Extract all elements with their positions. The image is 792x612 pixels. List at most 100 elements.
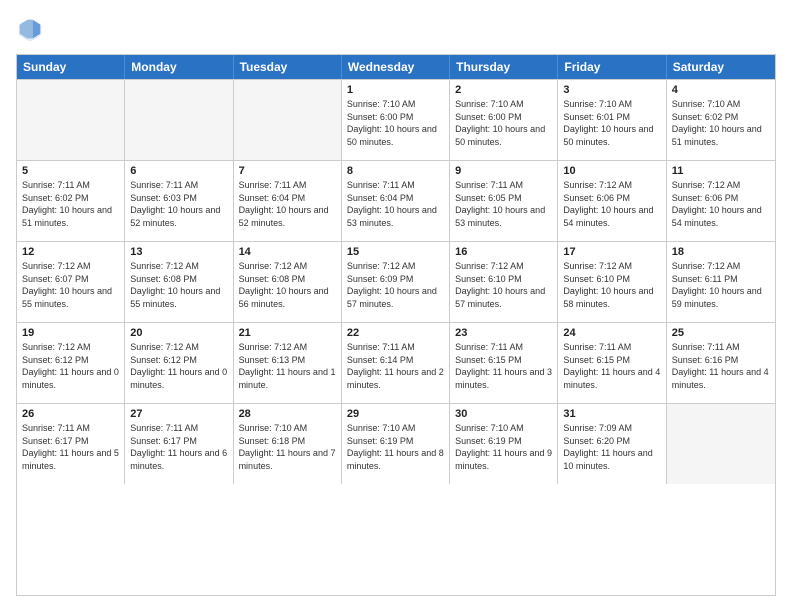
day-number: 3	[563, 84, 660, 96]
cell-info: Sunrise: 7:11 AMSunset: 6:15 PMDaylight:…	[455, 341, 552, 391]
calendar-cell: 2 Sunrise: 7:10 AMSunset: 6:00 PMDaylight…	[450, 80, 558, 160]
calendar-cell: 21 Sunrise: 7:12 AMSunset: 6:13 PMDayligh…	[234, 323, 342, 403]
cell-info: Sunrise: 7:09 AMSunset: 6:20 PMDaylight:…	[563, 422, 660, 472]
cell-info: Sunrise: 7:10 AMSunset: 6:19 PMDaylight:…	[347, 422, 444, 472]
cell-info: Sunrise: 7:12 AMSunset: 6:09 PMDaylight:…	[347, 260, 444, 310]
weekday-header: Tuesday	[234, 55, 342, 79]
calendar-cell: 12 Sunrise: 7:12 AMSunset: 6:07 PMDayligh…	[17, 242, 125, 322]
day-number: 24	[563, 327, 660, 339]
day-number: 9	[455, 165, 552, 177]
weekday-header: Wednesday	[342, 55, 450, 79]
calendar: SundayMondayTuesdayWednesdayThursdayFrid…	[16, 54, 776, 596]
calendar-row: 12 Sunrise: 7:12 AMSunset: 6:07 PMDayligh…	[17, 241, 775, 322]
cell-info: Sunrise: 7:12 AMSunset: 6:12 PMDaylight:…	[22, 341, 119, 391]
cell-info: Sunrise: 7:11 AMSunset: 6:17 PMDaylight:…	[130, 422, 227, 472]
header	[16, 16, 776, 44]
weekday-header: Friday	[558, 55, 666, 79]
cell-info: Sunrise: 7:10 AMSunset: 6:18 PMDaylight:…	[239, 422, 336, 472]
calendar-cell: 13Sunrise: 7:12 AMSunset: 6:08 PMDayligh…	[125, 242, 233, 322]
calendar-cell: 6Sunrise: 7:11 AMSunset: 6:03 PMDaylight…	[125, 161, 233, 241]
day-number: 12	[22, 246, 119, 258]
calendar-cell: 26 Sunrise: 7:11 AMSunset: 6:17 PMDayligh…	[17, 404, 125, 484]
calendar-cell	[125, 80, 233, 160]
day-number: 2	[455, 84, 552, 96]
calendar-cell: 17 Sunrise: 7:12 AMSunset: 6:10 PMDayligh…	[558, 242, 666, 322]
cell-info: Sunrise: 7:12 AMSunset: 6:07 PMDaylight:…	[22, 260, 119, 310]
calendar-body: 1 Sunrise: 7:10 AMSunset: 6:00 PMDaylight…	[17, 79, 775, 484]
cell-info: Sunrise: 7:11 AMSunset: 6:15 PMDaylight:…	[563, 341, 660, 391]
calendar-cell: 30 Sunrise: 7:10 AMSunset: 6:19 PMDayligh…	[450, 404, 558, 484]
cell-info: Sunrise: 7:11 AMSunset: 6:05 PMDaylight:…	[455, 179, 552, 229]
cell-info: Sunrise: 7:11 AMSunset: 6:14 PMDaylight:…	[347, 341, 444, 391]
calendar-cell: 16Sunrise: 7:12 AMSunset: 6:10 PMDayligh…	[450, 242, 558, 322]
day-number: 25	[672, 327, 770, 339]
day-number: 5	[22, 165, 119, 177]
weekday-header: Monday	[125, 55, 233, 79]
calendar-cell: 1 Sunrise: 7:10 AMSunset: 6:00 PMDaylight…	[342, 80, 450, 160]
day-number: 6	[130, 165, 227, 177]
day-number: 26	[22, 408, 119, 420]
day-number: 15	[347, 246, 444, 258]
calendar-cell: 10 Sunrise: 7:12 AMSunset: 6:06 PMDayligh…	[558, 161, 666, 241]
calendar-cell: 25Sunrise: 7:11 AMSunset: 6:16 PMDayligh…	[667, 323, 775, 403]
day-number: 16	[455, 246, 552, 258]
day-number: 23	[455, 327, 552, 339]
calendar-cell: 18 Sunrise: 7:12 AMSunset: 6:11 PMDayligh…	[667, 242, 775, 322]
day-number: 21	[239, 327, 336, 339]
cell-info: Sunrise: 7:10 AMSunset: 6:01 PMDaylight:…	[563, 98, 660, 148]
day-number: 27	[130, 408, 227, 420]
day-number: 17	[563, 246, 660, 258]
day-number: 13	[130, 246, 227, 258]
logo	[16, 16, 48, 44]
cell-info: Sunrise: 7:10 AMSunset: 6:00 PMDaylight:…	[347, 98, 444, 148]
cell-info: Sunrise: 7:12 AMSunset: 6:06 PMDaylight:…	[672, 179, 770, 229]
calendar-cell: 31Sunrise: 7:09 AMSunset: 6:20 PMDayligh…	[558, 404, 666, 484]
day-number: 30	[455, 408, 552, 420]
calendar-cell: 9 Sunrise: 7:11 AMSunset: 6:05 PMDaylight…	[450, 161, 558, 241]
cell-info: Sunrise: 7:11 AMSunset: 6:04 PMDaylight:…	[347, 179, 444, 229]
calendar-cell: 20 Sunrise: 7:12 AMSunset: 6:12 PMDayligh…	[125, 323, 233, 403]
calendar-cell: 11 Sunrise: 7:12 AMSunset: 6:06 PMDayligh…	[667, 161, 775, 241]
calendar-cell: 28Sunrise: 7:10 AMSunset: 6:18 PMDayligh…	[234, 404, 342, 484]
cell-info: Sunrise: 7:10 AMSunset: 6:19 PMDaylight:…	[455, 422, 552, 472]
calendar-cell: 29Sunrise: 7:10 AMSunset: 6:19 PMDayligh…	[342, 404, 450, 484]
cell-info: Sunrise: 7:11 AMSunset: 6:02 PMDaylight:…	[22, 179, 119, 229]
calendar-cell: 7 Sunrise: 7:11 AMSunset: 6:04 PMDaylight…	[234, 161, 342, 241]
day-number: 11	[672, 165, 770, 177]
calendar-cell	[17, 80, 125, 160]
day-number: 18	[672, 246, 770, 258]
cell-info: Sunrise: 7:12 AMSunset: 6:10 PMDaylight:…	[563, 260, 660, 310]
calendar-cell: 22Sunrise: 7:11 AMSunset: 6:14 PMDayligh…	[342, 323, 450, 403]
cell-info: Sunrise: 7:12 AMSunset: 6:11 PMDaylight:…	[672, 260, 770, 310]
day-number: 4	[672, 84, 770, 96]
cell-info: Sunrise: 7:12 AMSunset: 6:12 PMDaylight:…	[130, 341, 227, 391]
cell-info: Sunrise: 7:11 AMSunset: 6:04 PMDaylight:…	[239, 179, 336, 229]
day-number: 20	[130, 327, 227, 339]
day-number: 14	[239, 246, 336, 258]
day-number: 1	[347, 84, 444, 96]
cell-info: Sunrise: 7:10 AMSunset: 6:00 PMDaylight:…	[455, 98, 552, 148]
day-number: 7	[239, 165, 336, 177]
calendar-cell: 15 Sunrise: 7:12 AMSunset: 6:09 PMDayligh…	[342, 242, 450, 322]
calendar-cell: 8 Sunrise: 7:11 AMSunset: 6:04 PMDaylight…	[342, 161, 450, 241]
calendar-cell	[234, 80, 342, 160]
page: SundayMondayTuesdayWednesdayThursdayFrid…	[0, 0, 792, 612]
day-number: 8	[347, 165, 444, 177]
weekday-header: Sunday	[17, 55, 125, 79]
cell-info: Sunrise: 7:12 AMSunset: 6:06 PMDaylight:…	[563, 179, 660, 229]
weekday-header: Saturday	[667, 55, 775, 79]
calendar-cell: 3 Sunrise: 7:10 AMSunset: 6:01 PMDaylight…	[558, 80, 666, 160]
cell-info: Sunrise: 7:11 AMSunset: 6:17 PMDaylight:…	[22, 422, 119, 472]
calendar-cell: 5 Sunrise: 7:11 AMSunset: 6:02 PMDaylight…	[17, 161, 125, 241]
day-number: 19	[22, 327, 119, 339]
calendar-row: 1 Sunrise: 7:10 AMSunset: 6:00 PMDaylight…	[17, 79, 775, 160]
day-number: 10	[563, 165, 660, 177]
calendar-header: SundayMondayTuesdayWednesdayThursdayFrid…	[17, 55, 775, 79]
cell-info: Sunrise: 7:10 AMSunset: 6:02 PMDaylight:…	[672, 98, 770, 148]
calendar-row: 19 Sunrise: 7:12 AMSunset: 6:12 PMDayligh…	[17, 322, 775, 403]
calendar-row: 26 Sunrise: 7:11 AMSunset: 6:17 PMDayligh…	[17, 403, 775, 484]
cell-info: Sunrise: 7:12 AMSunset: 6:13 PMDaylight:…	[239, 341, 336, 391]
logo-icon	[16, 16, 44, 44]
calendar-cell: 4 Sunrise: 7:10 AMSunset: 6:02 PMDaylight…	[667, 80, 775, 160]
weekday-header: Thursday	[450, 55, 558, 79]
